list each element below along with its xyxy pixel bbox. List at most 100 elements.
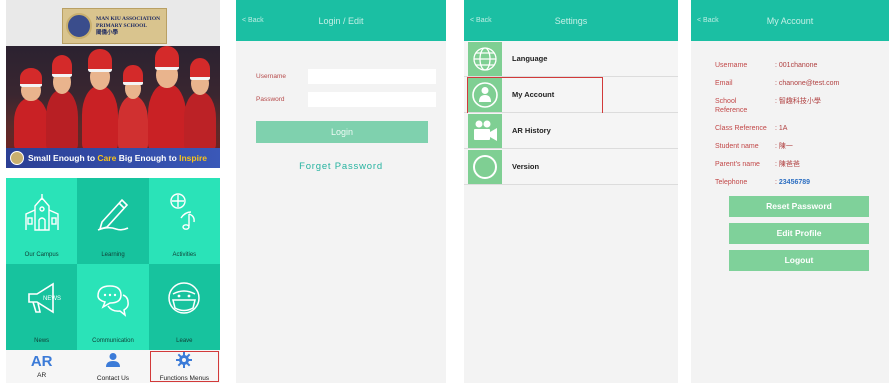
username-label: Username [256, 73, 286, 80]
tab-label: Contact Us [96, 374, 130, 382]
tile-label: Learning [101, 252, 125, 258]
tile-our-campus[interactable]: Our Campus [6, 178, 78, 264]
slogan-part-2: Care [97, 153, 117, 163]
tile-learning[interactable]: Learning [77, 178, 149, 264]
info-value: : 1A [775, 125, 788, 132]
video-camera-icon [468, 113, 502, 148]
telephone-number-link[interactable]: 23456789 [779, 179, 810, 186]
info-row-username: Username : 001chanone [715, 61, 889, 70]
info-key: Class Reference [715, 125, 767, 132]
school-building-icon [23, 192, 61, 237]
bottom-tab-bar: AR AR Contact Us Functions Menus [6, 350, 220, 383]
home-banner-image: Small Enough to Care Big Enough to Inspi… [6, 46, 220, 168]
login-header: < Back Login / Edit [236, 0, 446, 41]
info-value: : 陳爸爸 [775, 161, 800, 168]
chat-bubbles-icon [94, 278, 132, 323]
info-key: Parent's name [715, 161, 760, 168]
info-row-school-reference: School Reference : 智趣科技小學 [715, 97, 889, 115]
info-key: Telephone [715, 179, 748, 186]
tile-communication[interactable]: Communication [77, 264, 149, 350]
password-row: Password [256, 92, 436, 107]
circle-icon [468, 149, 502, 184]
info-key: School Reference [715, 98, 748, 114]
account-header: < Back My Account [691, 0, 889, 41]
login-screen: < Back Login / Edit Username Password Lo… [236, 0, 446, 383]
tile-news[interactable]: NEWS News [6, 264, 78, 350]
info-row-student-name: Student name : 陳一 [715, 142, 889, 151]
tile-label: Activities [172, 252, 197, 258]
settings-item-label: Version [512, 162, 540, 171]
school-crest-icon [66, 13, 92, 39]
music-notes-icon [165, 192, 203, 237]
tab-functions-menus[interactable]: Functions Menus [149, 350, 220, 383]
password-label: Password [256, 96, 285, 103]
pencil-icon [94, 192, 132, 237]
school-logo-area: MAN KIU ASSOCIATION PRIMARY SCHOOL 閩僑小學 [6, 0, 220, 46]
settings-item-my-account[interactable]: My Account [464, 77, 678, 115]
settings-item-label: AR History [512, 126, 551, 135]
info-row-parent-name: Parent's name : 陳爸爸 [715, 160, 889, 169]
settings-list: Language My Account AR History Version [464, 41, 678, 185]
function-tile-grid: Our Campus Learning Activities NEWS News… [6, 178, 220, 350]
account-actions: Reset Password Edit Profile Logout [691, 196, 889, 271]
login-form: Username Password [236, 41, 446, 107]
forget-password-link[interactable]: Forget Password [236, 161, 446, 172]
info-key: Student name [715, 143, 759, 150]
info-row-class-reference: Class Reference : 1A [715, 124, 889, 133]
settings-screen: < Back Settings Language My Account AR H… [464, 0, 678, 383]
tab-label: Functions Menus [159, 374, 210, 382]
ar-icon: AR [30, 353, 53, 370]
edit-profile-button[interactable]: Edit Profile [729, 223, 869, 244]
page-title: Settings [554, 16, 588, 26]
info-row-telephone: Telephone : 23456789 [715, 178, 889, 187]
slogan-part-4: Inspire [179, 153, 207, 163]
tab-contact-us[interactable]: Contact Us [77, 350, 148, 383]
tile-label: Leave [176, 338, 193, 344]
tile-activities[interactable]: Activities [148, 178, 220, 264]
logout-button[interactable]: Logout [729, 250, 869, 271]
school-name-zh: 閩僑小學 [96, 29, 119, 36]
gear-icon [176, 351, 193, 373]
school-name-line2: PRIMARY SCHOOL [96, 22, 148, 29]
slogan-part-1: Small Enough to [28, 153, 98, 163]
login-button[interactable]: Login [256, 121, 428, 143]
masked-face-icon [165, 278, 203, 323]
info-key: Username [715, 62, 748, 69]
page-title: My Account [766, 16, 814, 26]
info-value: : 智趣科技小學 [775, 98, 821, 105]
page-title: Login / Edit [318, 16, 364, 26]
megaphone-icon: NEWS [23, 278, 61, 323]
info-key: Email [715, 80, 733, 87]
reset-password-button[interactable]: Reset Password [729, 196, 869, 217]
settings-item-language[interactable]: Language [464, 41, 678, 77]
tile-label: Communication [92, 338, 134, 344]
home-screen: MAN KIU ASSOCIATION PRIMARY SCHOOL 閩僑小學 … [6, 0, 220, 383]
account-info: Username : 001chanone Email : chanone@te… [691, 41, 889, 187]
info-value: : chanone@test.com [775, 80, 840, 87]
settings-header: < Back Settings [464, 0, 678, 41]
username-field[interactable] [308, 69, 436, 84]
settings-item-ar-history[interactable]: AR History [464, 113, 678, 149]
tab-ar[interactable]: AR AR [6, 350, 77, 383]
info-value: : 001chanone [775, 62, 818, 69]
svg-text:NEWS: NEWS [43, 296, 61, 302]
seal-icon [10, 151, 24, 165]
my-account-screen: < Back My Account Username : 001chanone … [691, 0, 889, 383]
settings-item-label: Language [512, 54, 548, 63]
info-value: : 陳一 [775, 143, 793, 150]
tile-label: Our Campus [24, 252, 59, 258]
tab-label: AR [37, 372, 47, 379]
selection-highlight [467, 77, 603, 115]
info-value: : 23456789 [775, 178, 810, 187]
school-name-line1: MAN KIU ASSOCIATION [96, 15, 161, 22]
school-logo: MAN KIU ASSOCIATION PRIMARY SCHOOL 閩僑小學 [62, 8, 167, 44]
settings-item-version[interactable]: Version [464, 149, 678, 185]
contacts-icon [104, 352, 122, 373]
info-row-email: Email : chanone@test.com [715, 79, 889, 88]
slogan-part-3: Big Enough to [116, 153, 180, 163]
banner-slogan: Small Enough to Care Big Enough to Inspi… [6, 148, 220, 168]
username-row: Username [256, 69, 436, 84]
globe-icon [468, 41, 502, 76]
tile-leave[interactable]: Leave [148, 264, 220, 350]
password-field[interactable] [308, 92, 436, 107]
